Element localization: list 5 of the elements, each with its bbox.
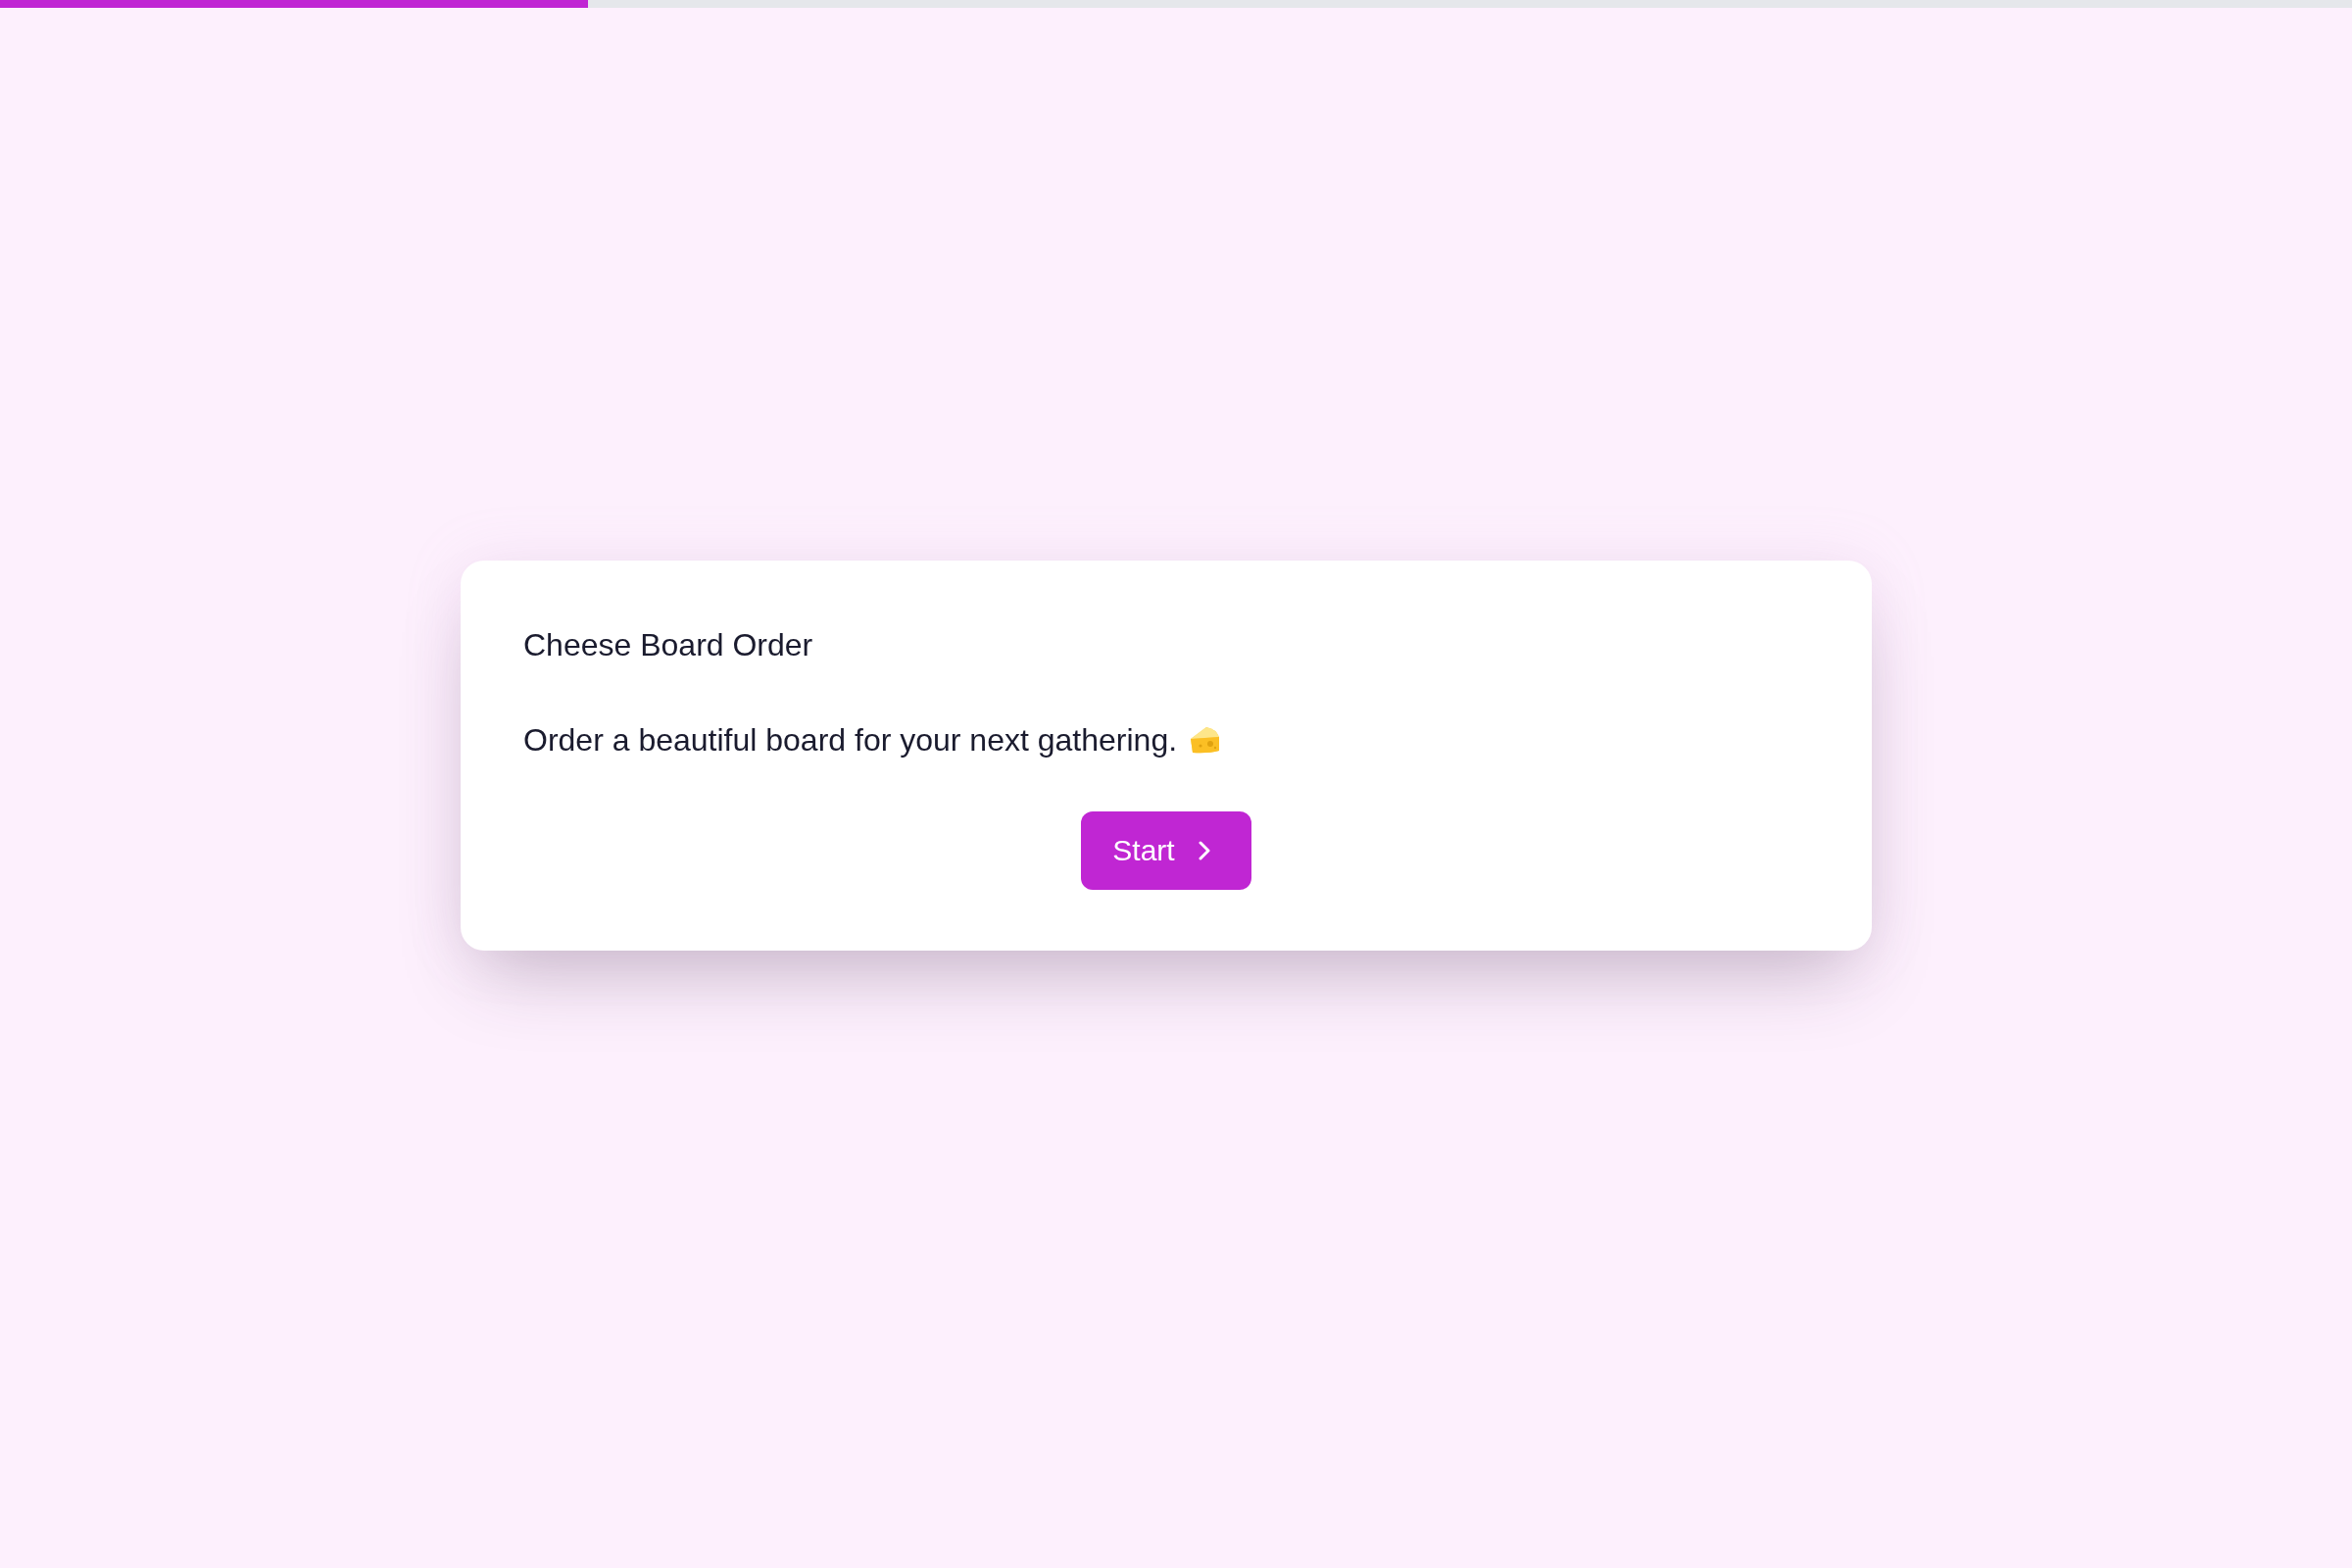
chevron-right-icon xyxy=(1198,841,1210,860)
start-button[interactable]: Start xyxy=(1081,811,1251,890)
card-description: Order a beautiful board for your next gathering. xyxy=(523,721,1178,760)
card-title: Cheese Board Order xyxy=(523,626,813,664)
cheese-icon xyxy=(1189,725,1221,755)
